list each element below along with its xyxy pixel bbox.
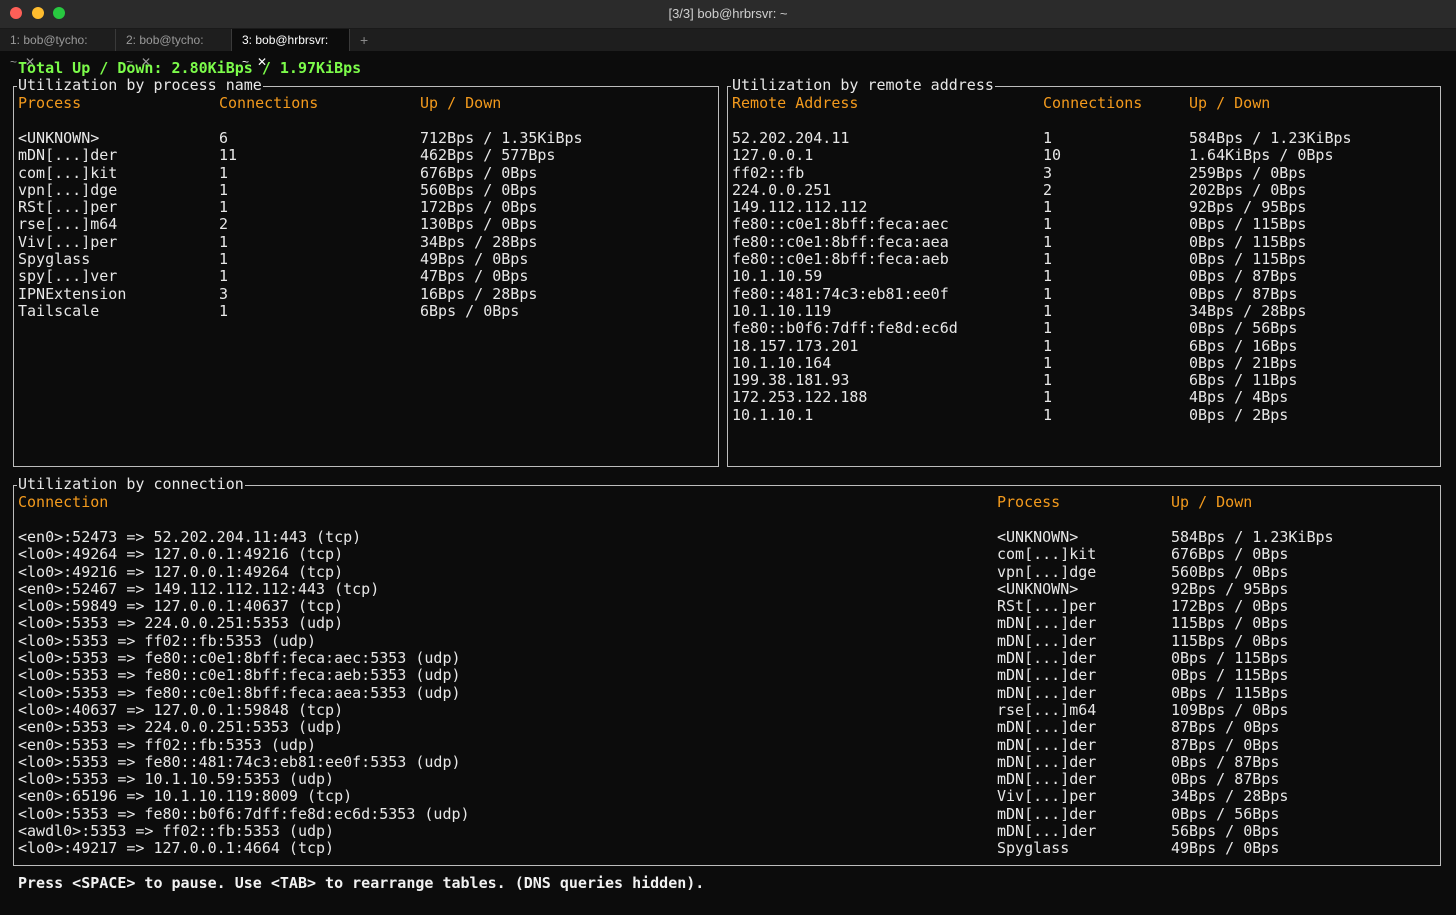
new-tab-button[interactable]: +	[360, 29, 368, 51]
updown-column: 584Bps / 1.23KiBps 676Bps / 0Bps 560Bps …	[1171, 528, 1334, 858]
remote-address-header: Remote Address	[732, 94, 859, 112]
connections-column: 1 10 3 2 1 1 1 1 1 1 1 1 1 1 1 1 1	[1043, 129, 1062, 424]
connections-header: Connections	[219, 94, 319, 112]
connection-column: <en0>:52473 => 52.202.204.11:443 (tcp) <…	[18, 528, 470, 858]
help-footer: Press <SPACE> to pause. Use <TAB> to rea…	[18, 874, 705, 892]
updown-column: 712Bps / 1.35KiBps 462Bps / 577Bps 676Bp…	[420, 129, 583, 320]
tab-bar: 1: bob@tycho: ~ ✕ 2: bob@tycho: ~ ✕ 3: bob…	[0, 29, 1456, 69]
window-titlebar: [3/3] bob@hrbrsvr: ~	[0, 0, 1456, 29]
updown-header: Up / Down	[420, 94, 502, 112]
window-title: [3/3] bob@hrbrsvr: ~	[668, 6, 788, 21]
connection-table: Utilization by connection Connection Pro…	[13, 476, 1441, 866]
total-up-down: Total Up / Down: 2.80KiBps / 1.97KiBps	[18, 59, 362, 77]
tab-1[interactable]: 1: bob@tycho: ~ ✕	[0, 29, 116, 69]
process-column: <UNKNOWN> com[...]kit vpn[...]dge <UNKNO…	[997, 528, 1097, 858]
tab-3[interactable]: 3: bob@hrbrsvr: ~ ✕	[232, 29, 350, 69]
connection-table-title: Utilization by connection	[17, 475, 245, 493]
connections-header: Connections	[1043, 94, 1143, 112]
process-header: Process	[18, 94, 82, 112]
updown-header: Up / Down	[1189, 94, 1271, 112]
remote-table-title: Utilization by remote address	[731, 76, 995, 94]
process-header: Process	[997, 493, 1061, 511]
tab-2[interactable]: 2: bob@tycho: ~ ✕	[116, 29, 232, 69]
updown-header: Up / Down	[1171, 493, 1253, 511]
connections-column: 6 11 1 1 1 2 1 1 1 3 1	[219, 129, 238, 320]
process-table-title: Utilization by process name	[17, 76, 263, 94]
process-table: Utilization by process name Process Conn…	[13, 77, 719, 467]
updown-column: 584Bps / 1.23KiBps 1.64KiBps / 0Bps 259B…	[1189, 129, 1352, 424]
connection-header: Connection	[18, 493, 109, 511]
remote-address-table: Utilization by remote address Remote Add…	[727, 77, 1441, 467]
remote-address-column: 52.202.204.11 127.0.0.1 ff02::fb 224.0.0…	[732, 129, 958, 424]
process-column: <UNKNOWN> mDN[...]der com[...]kit vpn[..…	[18, 129, 127, 320]
